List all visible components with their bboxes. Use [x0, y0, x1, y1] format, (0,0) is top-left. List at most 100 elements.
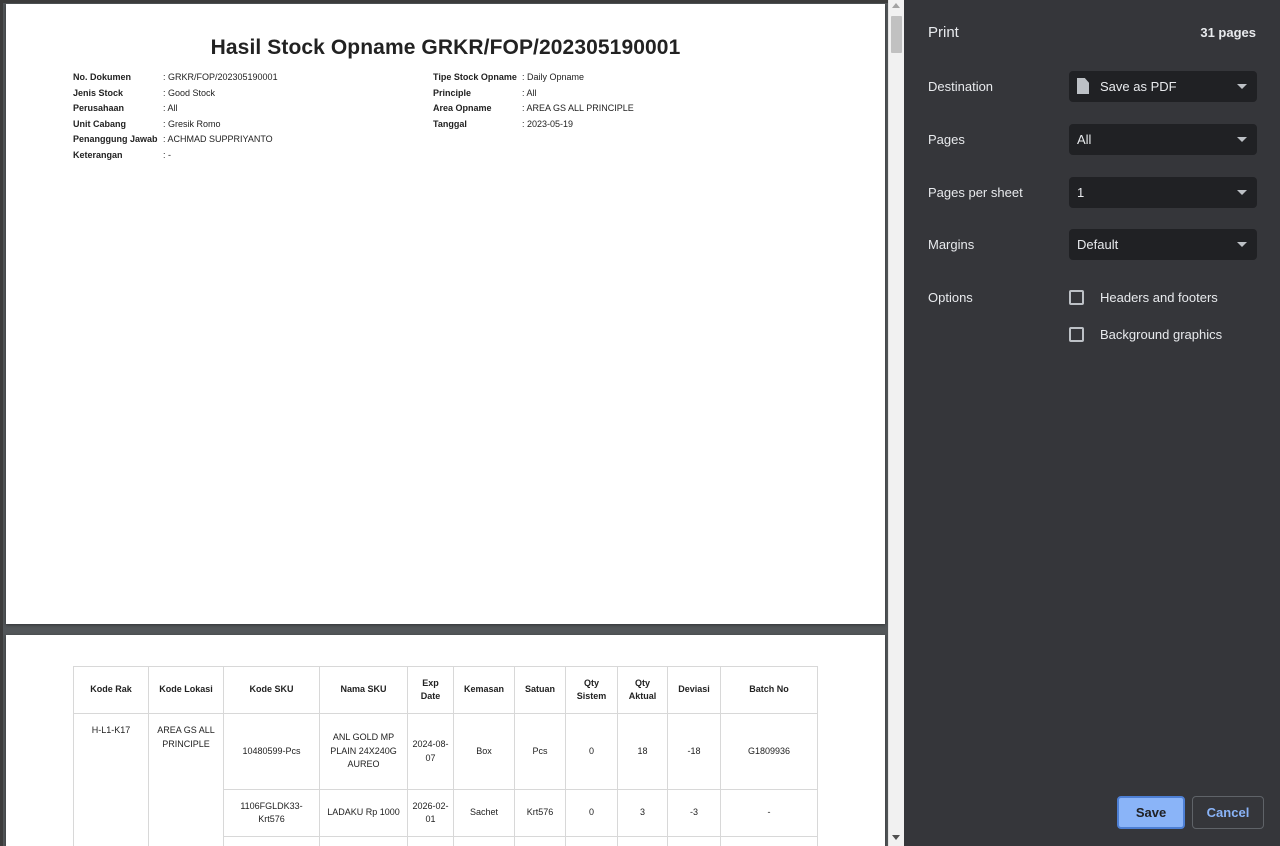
headers-footers-checkbox[interactable] [1069, 290, 1084, 305]
table-cell [319, 836, 408, 846]
meta-key: Principle [433, 87, 472, 98]
meta-value: : Daily Opname [522, 72, 585, 82]
meta-row: Tanggal : 2023-05-19 [433, 117, 634, 133]
meta-value: : Gresik Romo [163, 118, 221, 129]
pages-label: Pages [928, 132, 965, 147]
column-header: Batch No [720, 666, 818, 714]
cell-qty-aktual: 18 [617, 713, 668, 790]
cell-batch-no: - [720, 789, 818, 837]
meta-row: Area Opname : AREA GS ALL PRINCIPLE [433, 101, 634, 117]
cell-kode-lokasi: AREA GS ALL PRINCIPLE [148, 713, 224, 846]
column-header: Exp Date [407, 666, 454, 714]
meta-key: Area Opname [433, 103, 492, 113]
meta-key: No. Dokumen [73, 72, 132, 82]
column-header: Deviasi [667, 666, 721, 714]
meta-value: : GRKR/FOP/202305190001 [163, 72, 278, 82]
column-header: Kode SKU [223, 666, 320, 714]
destination-select[interactable]: Save as PDF [1069, 71, 1257, 102]
document-meta-right: Tipe Stock Opname : Daily Opname Principl… [433, 70, 634, 132]
save-button[interactable]: Save [1117, 796, 1185, 829]
table-row: H-L1-K17 AREA GS ALL PRINCIPLE 10480599-… [73, 713, 818, 846]
cell-qty-aktual: 3 [617, 789, 668, 837]
cell-deviasi: -3 [667, 789, 721, 837]
print-settings-panel: Print 31 pages Destination Save as PDF P… [904, 0, 1280, 846]
destination-label: Destination [928, 79, 994, 94]
meta-key: Tipe Stock Opname [433, 72, 517, 82]
meta-row: Jenis Stock: Good Stock [73, 86, 278, 102]
meta-row: Perusahaan: All [73, 101, 278, 117]
page-count: 31 pages [1200, 25, 1256, 40]
pages-per-sheet-label: Pages per sheet [928, 185, 1023, 200]
background-graphics-option[interactable]: Background graphics [1069, 327, 1222, 342]
dropdown-arrow-icon [1237, 84, 1247, 89]
cell-deviasi: -18 [667, 713, 721, 790]
meta-key: Keterangan [73, 149, 123, 160]
scroll-up-arrow-icon[interactable] [892, 3, 900, 8]
cell-qty-sistem: 0 [565, 789, 618, 837]
pages-per-sheet-value: 1 [1077, 185, 1085, 200]
meta-row: Keterangan : - [73, 148, 278, 164]
cell-exp-date: 2024-08-07 [407, 713, 454, 790]
scroll-thumb[interactable] [891, 16, 902, 53]
table-cell [453, 836, 515, 846]
meta-row: Principle : All [433, 86, 634, 102]
cell-kode-sku: 10480599-Pcs [223, 713, 320, 790]
document-title: Hasil Stock Opname GRKR/FOP/202305190001 [210, 36, 681, 59]
headers-footers-label: Headers and footers [1100, 290, 1218, 305]
background-graphics-checkbox[interactable] [1069, 327, 1084, 342]
cell-kemasan: Box [453, 713, 515, 790]
table-cell [565, 836, 618, 846]
destination-value: Save as PDF [1100, 79, 1177, 94]
table-cell [667, 836, 721, 846]
column-header: Qty Aktual [617, 666, 668, 714]
column-header: Qty Sistem [565, 666, 618, 714]
meta-value: : 2023-05-19 [522, 118, 574, 129]
headers-footers-option[interactable]: Headers and footers [1069, 290, 1218, 305]
cell-qty-sistem: 0 [565, 713, 618, 790]
table-cell [720, 836, 818, 846]
meta-value: : ACHMAD SUPPRIYANTO [163, 134, 273, 144]
table-cell [617, 836, 668, 846]
cell-nama-sku: LADAKU Rp 1000 [319, 789, 408, 837]
options-label: Options [928, 290, 973, 305]
cell-satuan: Krt576 [514, 789, 566, 837]
meta-row: Penanggung Jawab: ACHMAD SUPPRIYANTO [73, 132, 278, 148]
document-meta-left: No. Dokumen : GRKR/FOP/202305190001 Jenis… [73, 70, 278, 163]
meta-key: Tanggal [433, 118, 467, 129]
cell-nama-sku: ANL GOLD MP PLAIN 24X240G AUREO [319, 713, 408, 790]
cancel-button[interactable]: Cancel [1192, 796, 1264, 829]
margins-select[interactable]: Default [1069, 229, 1257, 260]
meta-row: No. Dokumen : GRKR/FOP/202305190001 [73, 70, 278, 86]
meta-value: : All [522, 87, 537, 98]
stock-opname-table: Kode Rak Kode Lokasi Kode SKU Nama SKU E… [73, 666, 818, 846]
column-header: Nama SKU [319, 666, 408, 714]
cell-kode-rak: H-L1-K17 [73, 713, 149, 846]
dropdown-arrow-icon [1237, 190, 1247, 195]
preview-scrollbar[interactable] [888, 0, 904, 846]
cell-exp-date: 2026-02-01 [407, 789, 454, 837]
meta-value: : - [163, 149, 171, 160]
dropdown-arrow-icon [1237, 242, 1247, 247]
table-header-row: Kode Rak Kode Lokasi Kode SKU Nama SKU E… [73, 666, 818, 714]
pages-select[interactable]: All [1069, 124, 1257, 155]
meta-value: : AREA GS ALL PRINCIPLE [522, 103, 634, 113]
column-header: Kode Lokasi [148, 666, 224, 714]
cell-batch-no: G1809936 [720, 713, 818, 790]
margins-label: Margins [928, 237, 975, 252]
document-icon [1077, 78, 1089, 94]
meta-row: Tipe Stock Opname : Daily Opname [433, 70, 634, 86]
pages-value: All [1077, 132, 1092, 147]
pages-per-sheet-select[interactable]: 1 [1069, 177, 1257, 208]
scroll-down-arrow-icon[interactable] [892, 835, 900, 840]
margins-value: Default [1077, 237, 1119, 252]
column-header: Satuan [514, 666, 566, 714]
preview-page-2: Kode Rak Kode Lokasi Kode SKU Nama SKU E… [6, 635, 885, 846]
meta-key: Perusahaan [73, 103, 125, 113]
meta-value: : Good Stock [163, 87, 216, 98]
dropdown-arrow-icon [1237, 137, 1247, 142]
print-preview: Hasil Stock Opname GRKR/FOP/202305190001… [0, 0, 888, 846]
background-graphics-label: Background graphics [1100, 327, 1223, 342]
meta-row: Unit Cabang: Gresik Romo [73, 117, 278, 133]
cell-satuan: Pcs [514, 713, 566, 790]
cell-kemasan: Sachet [453, 789, 515, 837]
